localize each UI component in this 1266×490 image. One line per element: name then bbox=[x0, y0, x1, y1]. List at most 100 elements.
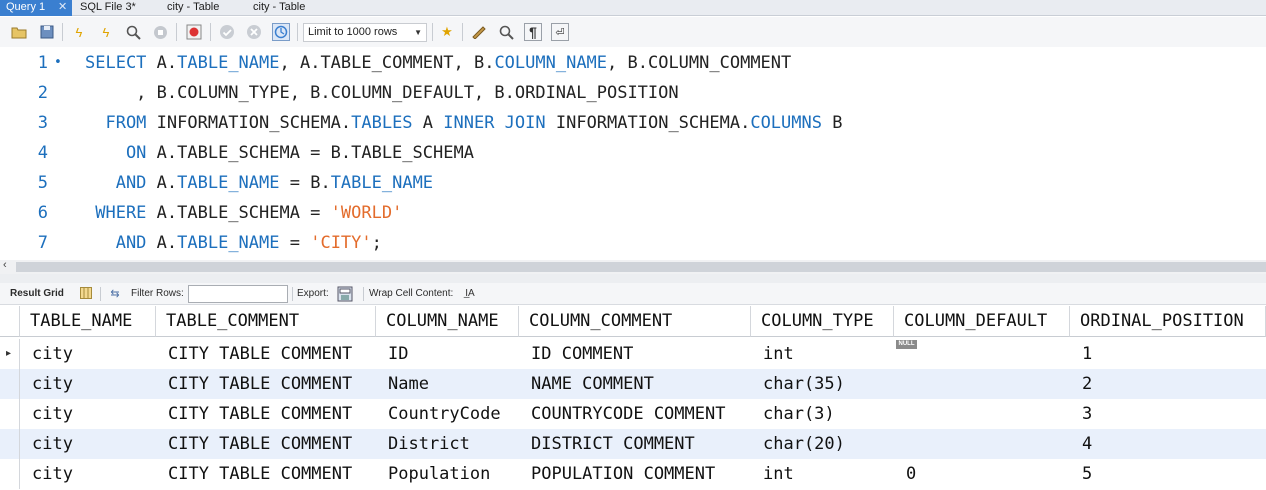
tab-city-table-1[interactable]: city - Table bbox=[167, 0, 219, 16]
table-cell[interactable]: city bbox=[32, 459, 156, 489]
editor-horizontal-scrollbar[interactable]: ‹ bbox=[0, 259, 1266, 274]
wrap-cell-icon[interactable]: I̲A bbox=[463, 287, 477, 301]
table-row[interactable]: city CITY TABLE COMMENT Name NAME COMMENT ch… bbox=[0, 369, 1266, 399]
invisible-chars-icon[interactable]: ¶ bbox=[524, 23, 542, 41]
row-selector[interactable] bbox=[0, 369, 20, 399]
row-selector[interactable] bbox=[0, 429, 20, 459]
tab-query-1[interactable]: Query 1 ✕ bbox=[0, 0, 72, 16]
table-cell[interactable]: POPULATION COMMENT bbox=[531, 459, 751, 489]
chevron-left-icon[interactable]: ‹ bbox=[3, 259, 7, 271]
table-row[interactable]: city CITY TABLE COMMENT Population POPULATI… bbox=[0, 459, 1266, 489]
limit-rows-select[interactable]: Limit to 1000 rows ▼ bbox=[303, 23, 427, 42]
pane-divider[interactable] bbox=[0, 274, 1266, 283]
column-header[interactable]: COLUMN_NAME bbox=[376, 306, 519, 337]
result-grid-tab[interactable]: Result Grid bbox=[10, 283, 64, 305]
execute-statement-icon[interactable]: ϟ bbox=[97, 23, 115, 41]
sql-keyword: FROM bbox=[85, 113, 147, 133]
autocommit-icon[interactable] bbox=[272, 23, 290, 41]
column-header[interactable]: ORDINAL_POSITION bbox=[1070, 306, 1266, 337]
table-cell[interactable]: 5 bbox=[1082, 459, 1266, 489]
editor-line[interactable]: 5 AND A.TABLE_NAME = B.TABLE_NAME bbox=[0, 168, 1266, 198]
table-row[interactable]: city CITY TABLE COMMENT CountryCode COUNTRY… bbox=[0, 399, 1266, 429]
table-cell[interactable]: 1 bbox=[1082, 339, 1266, 369]
table-cell[interactable] bbox=[906, 399, 1070, 429]
column-header[interactable]: COLUMN_DEFAULT bbox=[894, 306, 1070, 337]
table-cell[interactable]: 3 bbox=[1082, 399, 1266, 429]
execute-icon[interactable]: ϟ bbox=[70, 23, 88, 41]
save-icon[interactable] bbox=[38, 23, 56, 41]
table-cell[interactable]: CITY TABLE COMMENT bbox=[168, 399, 376, 429]
add-snippet-icon[interactable]: ★ bbox=[438, 23, 456, 41]
table-cell[interactable]: 2 bbox=[1082, 369, 1266, 399]
column-header[interactable]: TABLE_NAME bbox=[20, 306, 156, 337]
table-cell[interactable]: Name bbox=[388, 369, 519, 399]
table-cell[interactable]: int bbox=[763, 459, 894, 489]
row-selector[interactable]: ▸ bbox=[0, 339, 20, 369]
editor-line[interactable]: 7 AND A.TABLE_NAME = 'CITY'; bbox=[0, 228, 1266, 258]
table-cell[interactable]: Population bbox=[388, 459, 519, 489]
editor-line[interactable]: 4 ON A.TABLE_SCHEMA = B.TABLE_SCHEMA bbox=[0, 138, 1266, 168]
sql-editor[interactable]: 1 • SELECT A.TABLE_NAME, A.TABLE_COMMENT, … bbox=[0, 47, 1266, 260]
table-cell[interactable]: int bbox=[763, 339, 894, 369]
commit-icon[interactable] bbox=[218, 23, 236, 41]
table-cell[interactable]: char(35) bbox=[763, 369, 894, 399]
table-cell[interactable]: CITY TABLE COMMENT bbox=[168, 369, 376, 399]
table-cell[interactable]: char(20) bbox=[763, 429, 894, 459]
table-cell[interactable]: District bbox=[388, 429, 519, 459]
table-cell[interactable]: DISTRICT COMMENT bbox=[531, 429, 751, 459]
table-cell[interactable]: ID bbox=[388, 339, 519, 369]
editor-line[interactable]: 6 WHERE A.TABLE_SCHEMA = 'WORLD' bbox=[0, 198, 1266, 228]
editor-line[interactable]: 3 FROM INFORMATION_SCHEMA.TABLES A INNER… bbox=[0, 108, 1266, 138]
table-cell[interactable]: char(3) bbox=[763, 399, 894, 429]
sql-text: A. bbox=[146, 53, 178, 73]
column-header[interactable]: COLUMN_TYPE bbox=[751, 306, 894, 337]
row-selector[interactable] bbox=[0, 459, 20, 489]
scrollbar-thumb[interactable] bbox=[16, 262, 1266, 272]
table-cell[interactable]: city bbox=[32, 429, 156, 459]
editor-line[interactable]: 2 , B.COLUMN_TYPE, B.COLUMN_DEFAULT, B.O… bbox=[0, 78, 1266, 108]
rollback-icon[interactable] bbox=[245, 23, 263, 41]
tab-city-table-2[interactable]: city - Table bbox=[253, 0, 305, 16]
beautify-icon[interactable] bbox=[470, 23, 488, 41]
result-grid[interactable]: NULL TABLE_NAME TABLE_COMMENT COLUMN_NAME C… bbox=[0, 306, 1266, 490]
table-row[interactable]: city CITY TABLE COMMENT District DISTRICT C… bbox=[0, 429, 1266, 459]
grid-view-icon[interactable] bbox=[79, 287, 93, 301]
wrap-icon[interactable]: ⏎ bbox=[551, 23, 569, 41]
refresh-icon[interactable]: ⇆ bbox=[108, 287, 122, 301]
editor-line[interactable]: 1 • SELECT A.TABLE_NAME, A.TABLE_COMMENT, … bbox=[0, 48, 1266, 78]
export-icon[interactable] bbox=[337, 286, 353, 302]
table-cell[interactable]: city bbox=[32, 339, 156, 369]
find-icon[interactable] bbox=[497, 23, 515, 41]
table-cell[interactable]: city bbox=[32, 369, 156, 399]
line-number: 2 bbox=[37, 83, 48, 103]
toolbar-divider bbox=[432, 23, 433, 41]
close-icon[interactable]: ✕ bbox=[58, 0, 67, 15]
table-cell[interactable]: COUNTRYCODE COMMENT bbox=[531, 399, 751, 429]
table-cell[interactable]: CITY TABLE COMMENT bbox=[168, 339, 376, 369]
table-cell[interactable]: CountryCode bbox=[388, 399, 519, 429]
sql-text: B bbox=[821, 113, 843, 133]
table-cell[interactable] bbox=[906, 369, 1070, 399]
stop-icon[interactable] bbox=[151, 23, 169, 41]
wrap-cell-content-label: Wrap Cell Content: bbox=[369, 288, 454, 299]
grid-header-row: TABLE_NAME TABLE_COMMENT COLUMN_NAME COLUMN… bbox=[0, 306, 1266, 337]
sql-keyword: WHERE bbox=[85, 203, 147, 223]
open-folder-icon[interactable] bbox=[10, 23, 28, 41]
table-cell[interactable]: CITY TABLE COMMENT bbox=[168, 459, 376, 489]
explain-icon[interactable] bbox=[124, 23, 142, 41]
table-cell[interactable] bbox=[906, 339, 1070, 369]
table-cell[interactable]: 0 bbox=[906, 459, 1070, 489]
table-cell[interactable]: CITY TABLE COMMENT bbox=[168, 429, 376, 459]
table-cell[interactable]: city bbox=[32, 399, 156, 429]
table-cell[interactable]: ID COMMENT bbox=[531, 339, 751, 369]
table-cell[interactable]: NAME COMMENT bbox=[531, 369, 751, 399]
table-cell[interactable]: 4 bbox=[1082, 429, 1266, 459]
table-row[interactable]: ▸ city CITY TABLE COMMENT ID ID COMMENT int 1 bbox=[0, 339, 1266, 369]
filter-rows-input[interactable] bbox=[188, 285, 288, 303]
column-header[interactable]: COLUMN_COMMENT bbox=[519, 306, 751, 337]
tab-sql-file-3[interactable]: SQL File 3* bbox=[80, 0, 136, 16]
column-header[interactable]: TABLE_COMMENT bbox=[156, 306, 376, 337]
table-cell[interactable] bbox=[906, 429, 1070, 459]
row-selector[interactable] bbox=[0, 399, 20, 429]
toggle-error-stop-icon[interactable] bbox=[185, 23, 203, 41]
